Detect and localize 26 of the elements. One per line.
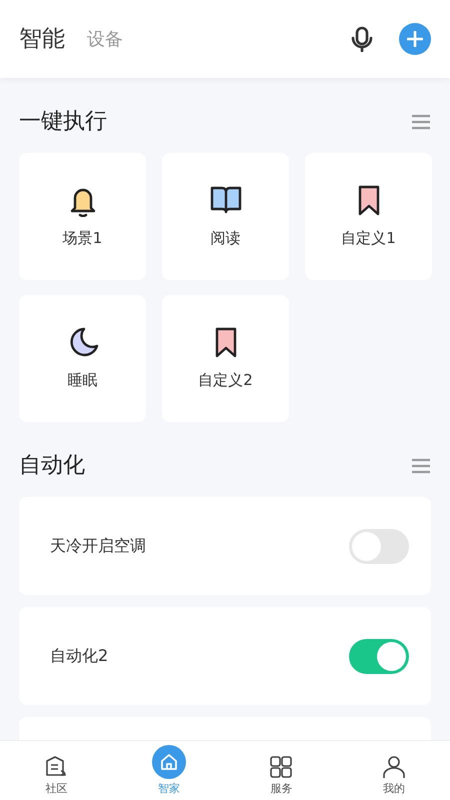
scene-tile[interactable]: 自定义2 [162, 295, 289, 422]
scene-tile[interactable]: 场景1 [19, 153, 146, 280]
add-button[interactable] [399, 23, 431, 55]
microphone-button[interactable] [351, 26, 373, 52]
document-icon [44, 754, 68, 778]
menu-icon [411, 458, 431, 474]
automation-label: 自动化2 [50, 645, 108, 667]
section-title: 一键执行 [19, 108, 107, 136]
toggle-switch[interactable] [349, 528, 409, 564]
microphone-icon [351, 26, 373, 52]
menu-button[interactable] [411, 114, 431, 130]
nav-tab[interactable]: 服务 [225, 741, 338, 800]
nav-tab[interactable]: 我的 [338, 741, 450, 800]
plus-icon [407, 31, 423, 47]
menu-icon [411, 114, 431, 130]
nav-tab[interactable]: 社区 [0, 741, 112, 800]
scene-tile[interactable]: 睡眠 [19, 295, 146, 422]
person-icon [382, 754, 406, 778]
scene-tile[interactable]: 自定义1 [305, 153, 432, 280]
grid-icon [269, 754, 294, 778]
automation-label: 天冷开启空调 [50, 535, 146, 557]
header-tab[interactable]: 智能 [19, 22, 65, 56]
toggle-switch[interactable] [349, 638, 409, 674]
scene-tile[interactable]: 阅读 [162, 153, 289, 280]
section-title: 自动化 [19, 452, 85, 480]
menu-button[interactable] [411, 458, 431, 474]
